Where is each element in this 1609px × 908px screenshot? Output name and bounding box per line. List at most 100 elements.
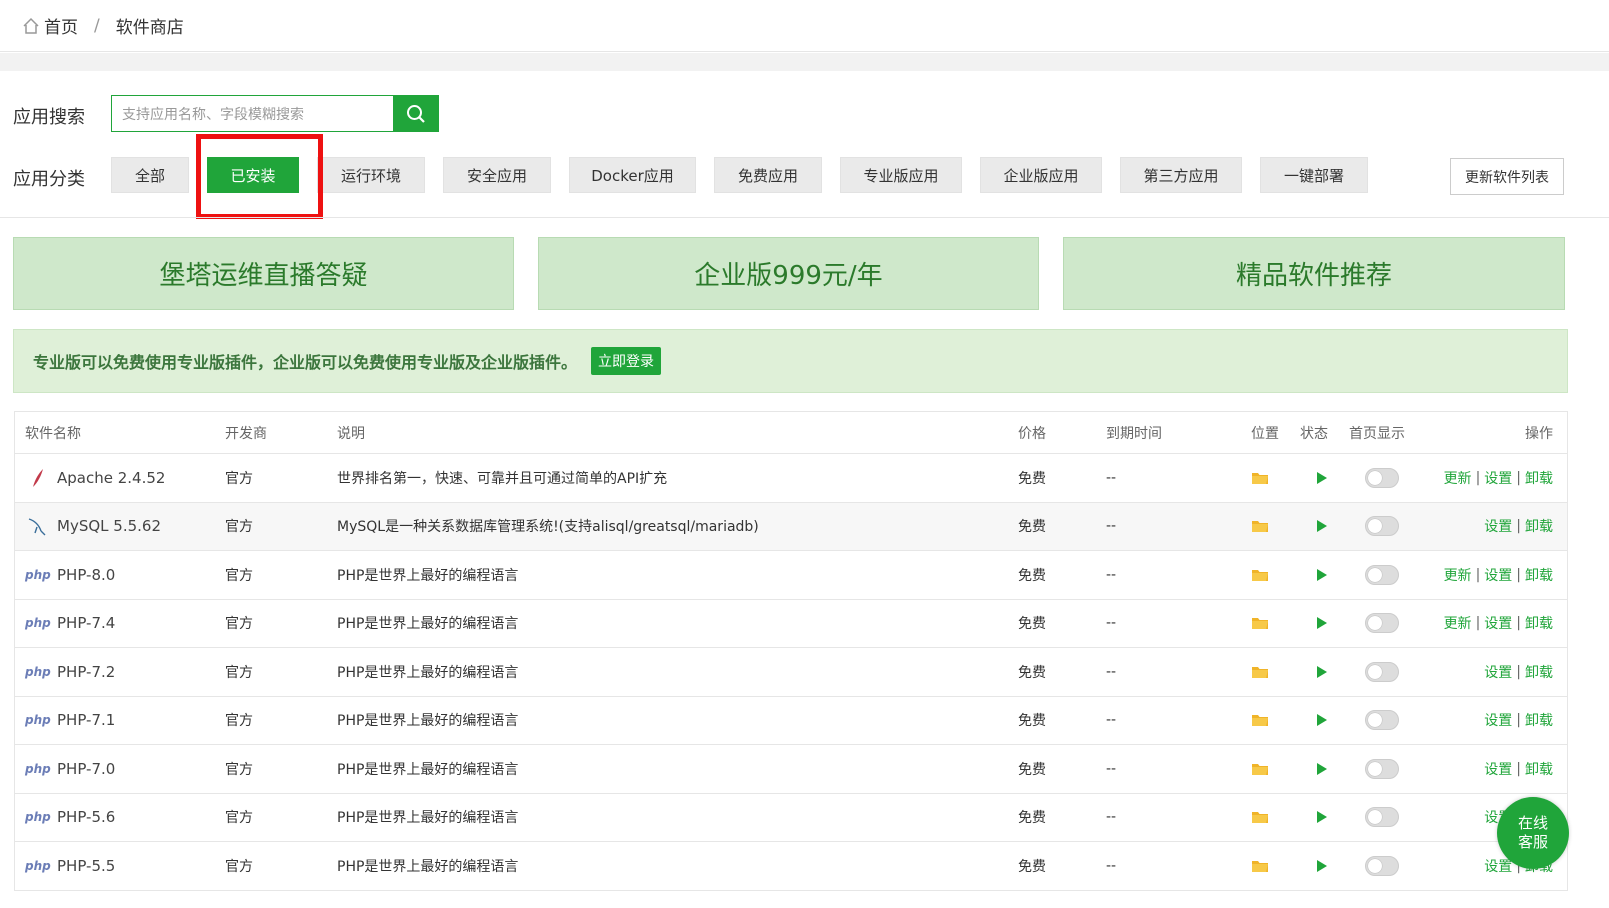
play-icon[interactable] [1317, 617, 1327, 630]
home-display-toggle[interactable] [1365, 758, 1399, 779]
home-display-toggle[interactable] [1365, 564, 1399, 585]
location-cell [1251, 503, 1269, 551]
category-pro[interactable]: 专业版应用 [840, 157, 962, 193]
folder-icon[interactable] [1251, 810, 1269, 824]
banner-live-qa[interactable]: 堡塔运维直播答疑 [13, 237, 514, 310]
software-name[interactable]: MySQL 5.5.62 [57, 517, 161, 535]
header-price: 价格 [1018, 425, 1046, 442]
op-link[interactable]: 设置 [1484, 468, 1512, 488]
play-icon[interactable] [1317, 859, 1327, 872]
online-support-button[interactable]: 在线 客服 [1497, 797, 1569, 869]
category-enterprise[interactable]: 企业版应用 [980, 157, 1102, 193]
op-link[interactable]: 设置 [1484, 710, 1512, 730]
header-home: 首页显示 [1349, 425, 1405, 442]
play-icon[interactable] [1317, 762, 1327, 775]
search-icon [407, 104, 425, 123]
login-button[interactable]: 立即登录 [591, 347, 662, 375]
op-link[interactable]: 设置 [1484, 613, 1512, 633]
developer-cell: 官方 [225, 761, 253, 778]
home-display-cell [1349, 745, 1399, 793]
home-display-toggle[interactable] [1365, 516, 1399, 537]
developer-cell: 官方 [225, 858, 253, 875]
page-gap [0, 53, 1609, 71]
folder-icon[interactable] [1251, 859, 1269, 873]
ops-separator: | [1475, 566, 1481, 583]
home-display-cell [1349, 842, 1399, 890]
play-icon[interactable] [1317, 520, 1327, 533]
op-link[interactable]: 更新 [1444, 613, 1472, 633]
play-icon[interactable] [1317, 568, 1327, 581]
mysql-dolphin-icon [28, 518, 46, 536]
play-icon[interactable] [1317, 714, 1327, 727]
folder-icon[interactable] [1251, 568, 1269, 582]
software-name[interactable]: PHP-7.0 [57, 760, 115, 778]
expire-cell: -- [1106, 857, 1117, 874]
home-display-toggle[interactable] [1365, 807, 1399, 828]
banner-enterprise[interactable]: 企业版999元/年 [538, 237, 1039, 310]
desc-cell: PHP是世界上最好的编程语言 [337, 567, 519, 584]
breadcrumb-home[interactable]: 首页 [44, 13, 78, 38]
banner-recommend[interactable]: 精品软件推荐 [1063, 237, 1565, 310]
home-display-toggle[interactable] [1365, 710, 1399, 731]
home-display-cell [1349, 648, 1399, 696]
category-third-party[interactable]: 第三方应用 [1120, 157, 1242, 193]
category-one-click[interactable]: 一键部署 [1260, 157, 1368, 193]
op-link[interactable]: 设置 [1484, 516, 1512, 536]
search-label: 应用搜索 [13, 107, 85, 128]
expire-cell: -- [1106, 615, 1117, 632]
search-button[interactable] [393, 95, 439, 132]
folder-icon[interactable] [1251, 762, 1269, 776]
software-name[interactable]: Apache 2.4.52 [57, 469, 165, 487]
category-docker[interactable]: Docker应用 [569, 157, 696, 193]
category-free[interactable]: 免费应用 [714, 157, 822, 193]
home-display-toggle[interactable] [1365, 661, 1399, 682]
folder-icon[interactable] [1251, 616, 1269, 630]
home-display-toggle[interactable] [1365, 467, 1399, 488]
home-display-toggle[interactable] [1365, 855, 1399, 876]
software-name[interactable]: PHP-7.1 [57, 711, 115, 729]
op-link[interactable]: 卸载 [1525, 468, 1553, 488]
location-cell [1251, 600, 1269, 648]
php-icon: php [25, 810, 51, 825]
category-security[interactable]: 安全应用 [443, 157, 551, 193]
category-runtime[interactable]: 运行环境 [317, 157, 425, 193]
category-label: 应用分类 [13, 169, 85, 190]
op-link[interactable]: 更新 [1444, 468, 1472, 488]
folder-icon[interactable] [1251, 519, 1269, 533]
software-name[interactable]: PHP-5.5 [57, 857, 115, 875]
developer-cell: 官方 [225, 664, 253, 681]
header-name[interactable]: 软件名称 [25, 412, 81, 453]
play-icon[interactable] [1317, 471, 1327, 484]
status-cell [1300, 794, 1327, 842]
location-cell [1251, 551, 1269, 599]
ops-separator: | [1516, 760, 1521, 777]
software-name[interactable]: PHP-7.4 [57, 614, 115, 632]
op-link[interactable]: 卸载 [1525, 759, 1553, 779]
search-input[interactable]: 支持应用名称、字段模糊搜索 [111, 95, 394, 132]
table-row: MySQL 5.5.62 官方 MySQL是一种关系数据库管理系统!(支持alisq… [15, 502, 1567, 551]
software-name[interactable]: PHP-7.2 [57, 663, 115, 681]
op-link[interactable]: 卸载 [1525, 516, 1553, 536]
table-row: php PHP-7.2 官方 PHP是世界上最好的编程语言 免费 -- 设置 | 卸载 [15, 648, 1567, 697]
op-link[interactable]: 设置 [1484, 662, 1512, 682]
op-link[interactable]: 卸载 [1525, 565, 1553, 585]
folder-icon[interactable] [1251, 665, 1269, 679]
folder-icon[interactable] [1251, 713, 1269, 727]
category-all[interactable]: 全部 [111, 157, 189, 193]
op-link[interactable]: 卸载 [1525, 710, 1553, 730]
folder-icon[interactable] [1251, 471, 1269, 485]
home-icon[interactable] [22, 17, 40, 35]
update-list-button[interactable]: 更新软件列表 [1450, 158, 1564, 195]
software-name[interactable]: PHP-8.0 [57, 566, 115, 584]
play-icon[interactable] [1317, 811, 1327, 824]
software-name[interactable]: PHP-5.6 [57, 808, 115, 826]
op-link[interactable]: 更新 [1444, 565, 1472, 585]
home-display-toggle[interactable] [1365, 613, 1399, 634]
category-installed[interactable]: 已安装 [207, 157, 299, 193]
desc-cell: PHP是世界上最好的编程语言 [337, 616, 519, 633]
op-link[interactable]: 卸载 [1525, 662, 1553, 682]
play-icon[interactable] [1317, 665, 1327, 678]
op-link[interactable]: 设置 [1484, 565, 1512, 585]
op-link[interactable]: 设置 [1484, 759, 1512, 779]
op-link[interactable]: 卸载 [1525, 613, 1553, 633]
